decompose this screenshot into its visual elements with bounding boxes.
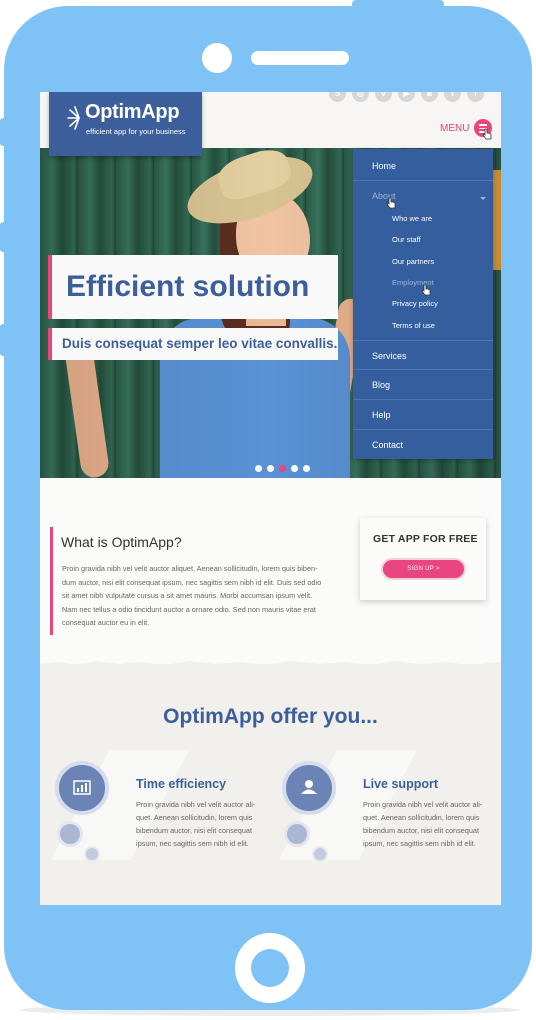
slider-dots	[255, 465, 310, 472]
submenu-item-privacy-policy[interactable]: Privacy policy	[392, 299, 438, 308]
menu-item-blog[interactable]: Blog	[353, 370, 493, 400]
menu-label[interactable]: MENU	[440, 123, 469, 134]
decor-circle	[84, 846, 100, 862]
get-app-card: GET APP FOR FREE SIGN UP >	[360, 518, 486, 600]
torn-paper-edge	[40, 661, 501, 670]
feature-badge	[282, 761, 336, 815]
slider-dot[interactable]	[255, 465, 262, 472]
hand-cursor-icon	[386, 197, 396, 209]
about-section: What is OptimApp? Proin gravida nibh vel…	[40, 478, 501, 678]
feature-title: Time efficiency	[136, 777, 227, 791]
submenu-item-who-we-are[interactable]: Who we are	[392, 214, 432, 223]
hand-cursor-icon	[482, 128, 492, 140]
features-section: OptimApp offer you... Time efficiency Pr…	[40, 661, 501, 905]
menu-item-home[interactable]: Home	[353, 151, 493, 181]
brand-tagline: efficient app for your business	[86, 127, 186, 136]
slider-dot[interactable]	[303, 465, 310, 472]
phone-home-button[interactable]	[235, 933, 305, 1003]
brand-logo[interactable]: OptimApp efficient app for your business	[49, 92, 202, 156]
feature-title: Live support	[363, 777, 439, 791]
decor-circle	[312, 846, 328, 862]
submenu-item-our-partners[interactable]: Our partners	[392, 257, 434, 266]
about-text: Proin gravida nibh vel velit auctor aliq…	[62, 564, 322, 627]
submenu-item-terms-of-use[interactable]: Terms of use	[392, 321, 435, 330]
slider-dot[interactable]	[291, 465, 298, 472]
decor-circle	[57, 821, 83, 847]
feature-text: Proin gravida nibh vel velit auctor ali-…	[136, 800, 256, 848]
vimeo-icon[interactable]: v	[375, 92, 392, 102]
about-title: What is OptimApp?	[61, 534, 182, 550]
accent-bar	[50, 527, 53, 635]
phone-camera	[202, 43, 232, 73]
menu-item-about[interactable]: About	[353, 181, 493, 211]
feature-text: Proin gravida nibh vel velit auctor ali-…	[363, 800, 483, 848]
features-title: OptimApp offer you...	[163, 705, 378, 728]
logo-burst-icon	[67, 106, 80, 130]
menu-item-help[interactable]: Help	[353, 400, 493, 430]
phone-speaker	[251, 51, 349, 65]
decor-circle	[284, 821, 310, 847]
feature-badge	[55, 761, 109, 815]
hand-cursor-icon	[421, 284, 431, 296]
submenu-item-our-staff[interactable]: Our staff	[392, 235, 421, 244]
nav-dropdown-menu: Home About Who we are Our staff Our part…	[353, 149, 493, 459]
get-app-title: GET APP FOR FREE	[373, 533, 478, 545]
brand-name: OptimApp	[85, 101, 180, 123]
slider-dot[interactable]	[267, 465, 274, 472]
facebook-icon[interactable]: f	[467, 92, 484, 102]
hero-subtitle: Duis consequat semper leo vitae convalli…	[48, 328, 338, 360]
twitter-icon[interactable]: t	[444, 92, 461, 102]
instagram-icon[interactable]: ◙	[421, 92, 438, 102]
social-icons: S ◎ v ▶ ◙ t f	[329, 92, 484, 102]
chart-icon	[73, 780, 91, 795]
youtube-icon[interactable]: ▶	[398, 92, 415, 102]
menu-item-contact[interactable]: Contact	[353, 430, 493, 460]
user-icon	[301, 780, 317, 794]
skype-icon[interactable]: S	[329, 92, 346, 102]
dribbble-icon[interactable]: ◎	[352, 92, 369, 102]
website-screen: S ◎ v ▶ ◙ t f MENU OptimApp efficient ap…	[40, 92, 501, 905]
slider-dot-active[interactable]	[279, 465, 286, 472]
menu-item-services[interactable]: Services	[353, 340, 493, 370]
chevron-down-icon	[480, 197, 486, 200]
hero-title: Efficient solution	[48, 255, 338, 319]
sign-up-button[interactable]: SIGN UP >	[383, 560, 464, 578]
